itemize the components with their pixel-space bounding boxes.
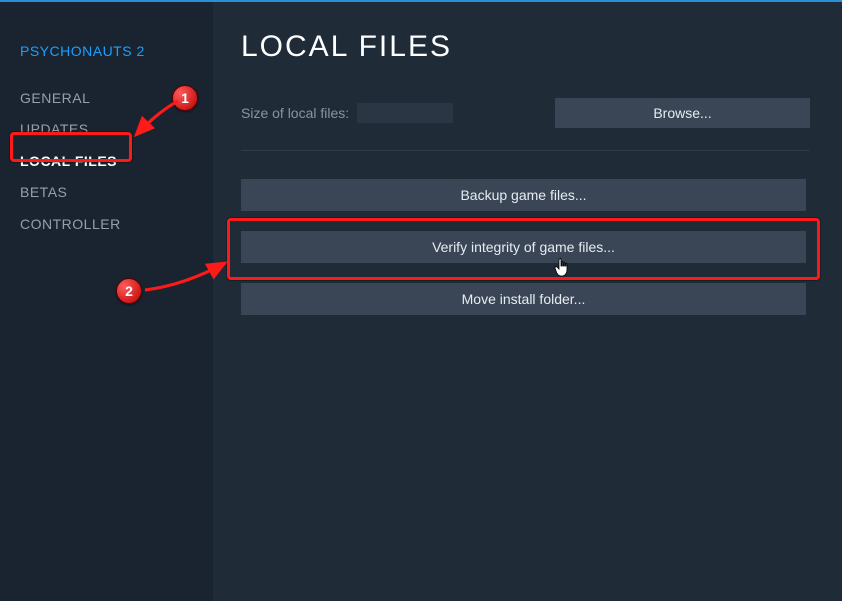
sidebar-item-updates[interactable]: UPDATES [0, 114, 213, 145]
sidebar-item-general[interactable]: GENERAL [0, 83, 213, 114]
browse-button[interactable]: Browse... [555, 98, 810, 128]
app-container: PSYCHONAUTS 2 GENERAL UPDATES LOCAL FILE… [0, 2, 842, 601]
verify-integrity-button[interactable]: Verify integrity of game files... [241, 231, 806, 263]
size-label: Size of local files: [241, 105, 349, 121]
game-title: PSYCHONAUTS 2 [0, 37, 213, 83]
move-install-folder-button[interactable]: Move install folder... [241, 283, 806, 315]
size-value-redacted [357, 103, 453, 123]
backup-game-files-button[interactable]: Backup game files... [241, 179, 806, 211]
sidebar-item-controller[interactable]: CONTROLLER [0, 209, 213, 240]
size-row: Size of local files: Browse... [241, 98, 810, 128]
sidebar-item-betas[interactable]: BETAS [0, 177, 213, 208]
divider [241, 150, 810, 151]
page-title: LOCAL FILES [241, 30, 810, 64]
sidebar: PSYCHONAUTS 2 GENERAL UPDATES LOCAL FILE… [0, 2, 213, 601]
main-panel: LOCAL FILES Size of local files: Browse.… [213, 2, 842, 601]
sidebar-item-local-files[interactable]: LOCAL FILES [0, 146, 213, 177]
